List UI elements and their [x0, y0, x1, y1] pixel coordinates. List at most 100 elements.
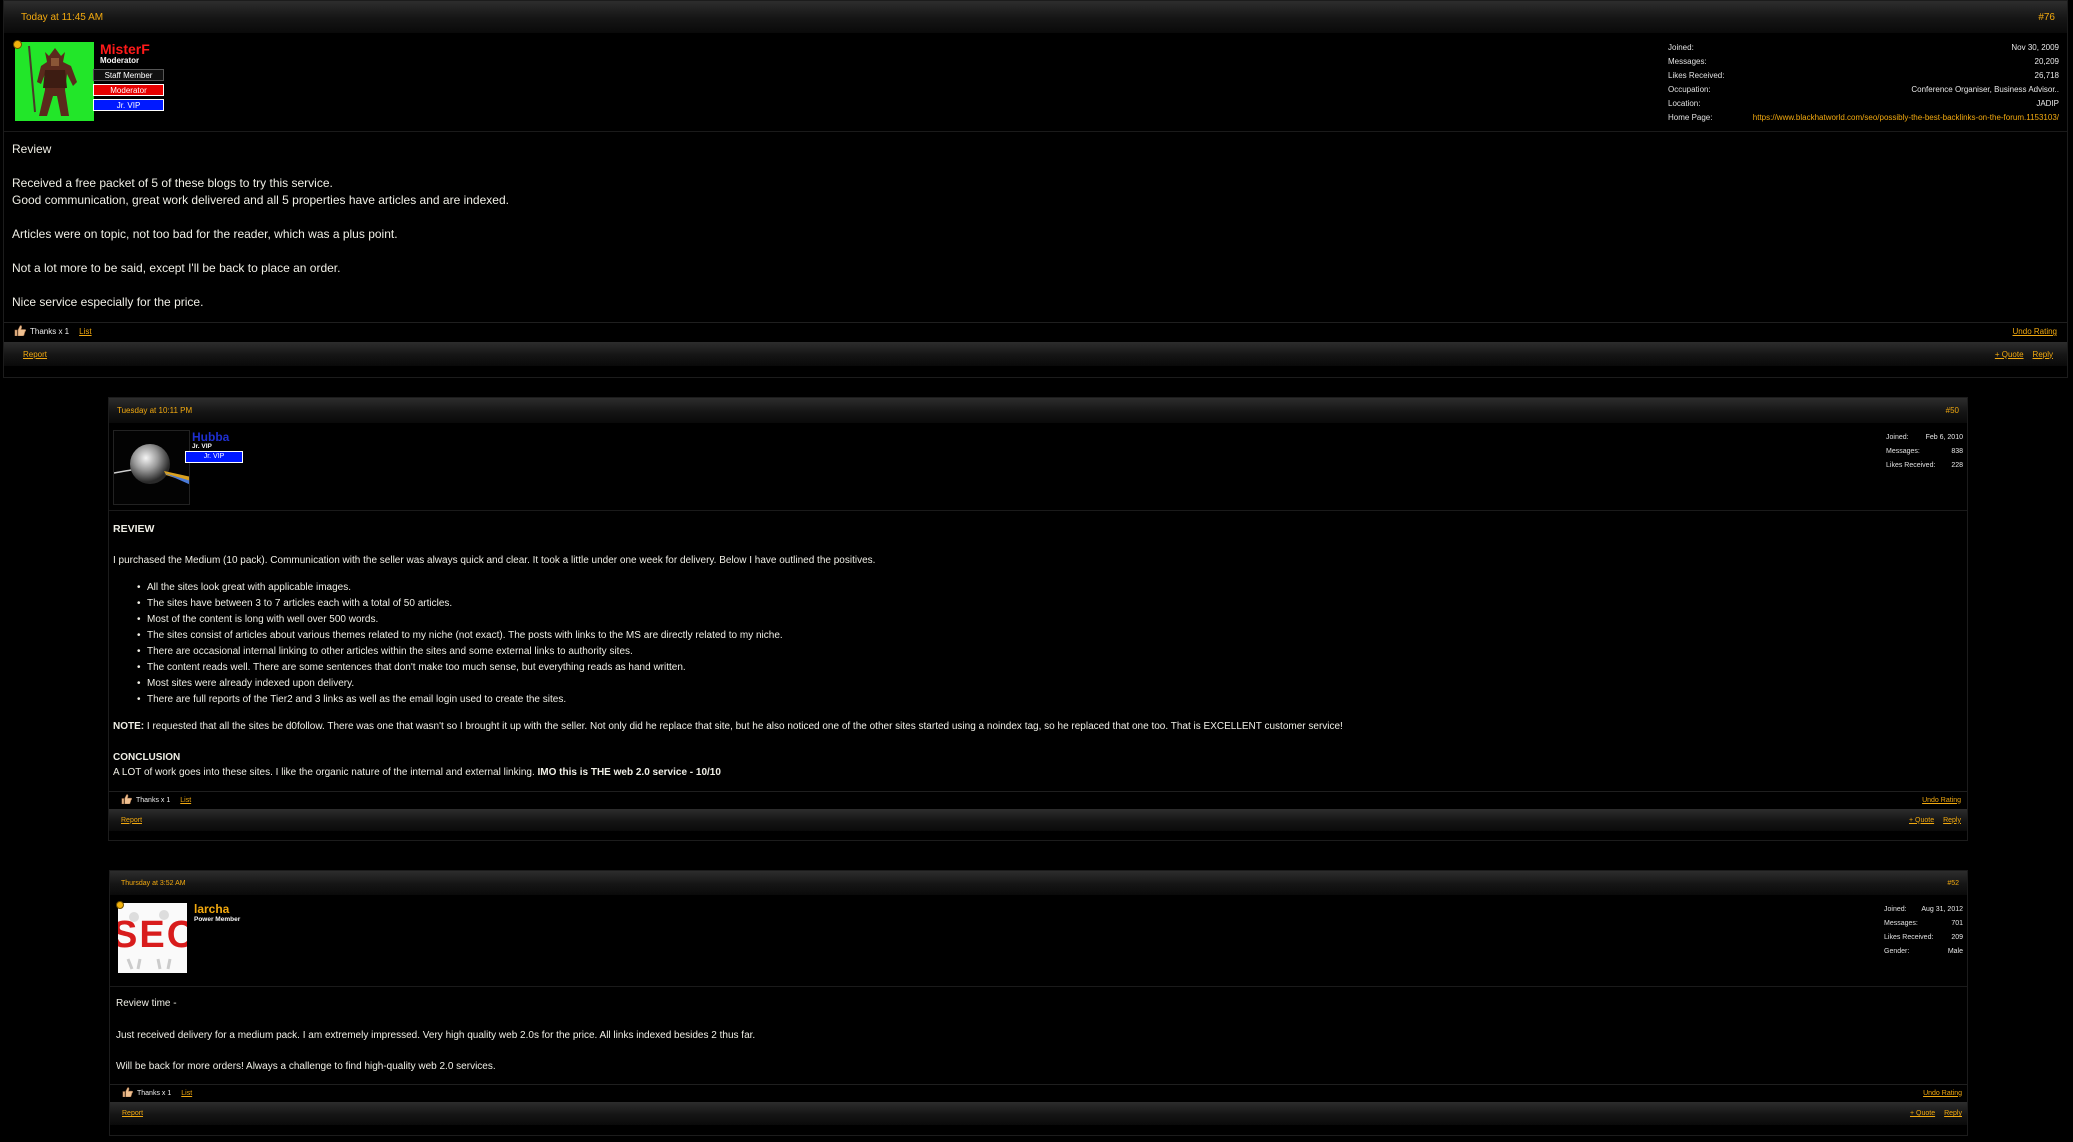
- user-title: Jr. VIP: [192, 443, 212, 450]
- undo-rating-link[interactable]: Undo Rating: [2013, 327, 2057, 336]
- post-number[interactable]: #76: [2038, 12, 2055, 23]
- list-item: The sites have between 3 to 7 articles e…: [137, 596, 1953, 612]
- post-footer-bar: Report + Quote Reply: [4, 342, 2067, 367]
- user-title: Moderator: [100, 56, 140, 65]
- stat-joined-label: Joined:: [1668, 43, 1694, 52]
- report-link[interactable]: Report: [122, 1110, 143, 1117]
- post-footer-bar: Report + Quote Reply: [109, 809, 1967, 832]
- stat-gender-label: Gender:: [1884, 948, 1910, 955]
- seo-avatar-letters: SEO: [118, 914, 187, 956]
- quote-link[interactable]: + Quote: [1909, 817, 1934, 824]
- stat-messages[interactable]: 838: [1951, 448, 1963, 455]
- thumbs-up-icon: [14, 325, 27, 338]
- username[interactable]: MisterF: [100, 41, 150, 57]
- quote-link[interactable]: + Quote: [1910, 1110, 1935, 1117]
- thumbs-up-icon: [122, 1087, 133, 1099]
- stat-likes: 209: [1951, 934, 1963, 941]
- list-item: The content reads well. There are some s…: [137, 660, 1953, 676]
- list-item: Most of the content is long with well ov…: [137, 612, 1953, 628]
- list-item: There are occasional internal linking to…: [137, 644, 1953, 660]
- body-line: Nice service especially for the price.: [12, 295, 204, 309]
- stat-likes-label: Likes Received:: [1668, 71, 1725, 80]
- online-indicator: [13, 40, 22, 49]
- stat-messages-label: Messages:: [1886, 448, 1920, 455]
- stat-joined-label: Joined:: [1886, 434, 1909, 441]
- body-line: Just received delivery for a medium pack…: [116, 1029, 756, 1041]
- conclusion-text: A LOT of work goes into these sites. I l…: [113, 767, 538, 778]
- post-header-bar: Today at 11:45 AM #76: [4, 1, 2067, 34]
- post-52: Thursday at 3:52 AM #52 SEO larcha Power…: [109, 870, 1968, 1136]
- sphere-avatar-image: [114, 431, 189, 504]
- username[interactable]: Hubba: [192, 430, 229, 444]
- post-body: REVIEW I purchased the Medium (10 pack).…: [113, 522, 1953, 780]
- post-date[interactable]: Today at 11:45 AM: [21, 12, 103, 23]
- stat-messages[interactable]: 20,209: [2035, 57, 2059, 66]
- post-footer-bar: Report + Quote Reply: [110, 1102, 1967, 1126]
- user-profile: MisterF Moderator Staff Member Moderator…: [4, 34, 2067, 132]
- stat-occupation: Conference Organiser, Business Advisor..: [1911, 85, 2059, 94]
- note-paragraph: NOTE: I requested that all the sites be …: [113, 719, 1953, 734]
- body-line: Will be back for more orders! Always a c…: [116, 1061, 496, 1072]
- user-title: Power Member: [194, 916, 241, 923]
- stat-messages-label: Messages:: [1884, 920, 1918, 927]
- stat-joined-label: Joined:: [1884, 906, 1907, 913]
- thanks-bar: Thanks x 1 List Undo Rating: [109, 791, 1967, 808]
- post-date[interactable]: Thursday at 3:52 AM: [121, 880, 186, 887]
- stat-location-label: Location:: [1668, 99, 1701, 108]
- undo-rating-link[interactable]: Undo Rating: [1922, 797, 1961, 804]
- warrior-avatar-image: [15, 42, 94, 121]
- conclusion-verdict: IMO this is THE web 2.0 service - 10/10: [537, 767, 721, 778]
- avatar[interactable]: [15, 42, 94, 121]
- stat-likes: 26,718: [2034, 71, 2059, 80]
- conclusion-paragraph: A LOT of work goes into these sites. I l…: [113, 765, 1953, 780]
- stat-messages-label: Messages:: [1668, 57, 1707, 66]
- stat-likes-label: Likes Received:: [1886, 462, 1936, 469]
- thanks-count: Thanks x 1: [136, 796, 171, 804]
- undo-rating-link[interactable]: Undo Rating: [1923, 1090, 1962, 1097]
- list-item: There are full reports of the Tier2 and …: [137, 692, 1953, 708]
- thanks-bar: Thanks x 1 List Undo Rating: [110, 1084, 1967, 1101]
- stat-joined: Feb 6, 2010: [1925, 434, 1963, 441]
- post-body: Review Received a free packet of 5 of th…: [12, 141, 509, 311]
- reply-link[interactable]: Reply: [2033, 350, 2053, 359]
- badge-jr-vip: Jr. VIP: [185, 451, 243, 463]
- stat-joined: Aug 31, 2012: [1921, 906, 1963, 913]
- conclusion-heading: CONCLUSION: [113, 752, 181, 763]
- stat-likes: 228: [1951, 462, 1963, 469]
- badge-moderator: Moderator: [93, 84, 164, 96]
- online-indicator: [116, 901, 124, 909]
- list-item: The sites consist of articles about vari…: [137, 628, 1953, 644]
- seo-avatar-image: SEO: [118, 903, 187, 973]
- badge-jr-vip: Jr. VIP: [93, 99, 164, 111]
- report-link[interactable]: Report: [23, 350, 47, 359]
- user-profile: Hubba Jr. VIP Jr. VIP Joined: Feb 6, 201…: [109, 424, 1967, 511]
- post-header-bar: Tuesday at 10:11 PM #50: [109, 398, 1967, 424]
- stat-location: JADIP: [2036, 99, 2059, 108]
- post-number[interactable]: #52: [1947, 880, 1959, 887]
- avatar[interactable]: SEO: [118, 903, 187, 973]
- username[interactable]: larcha: [194, 902, 229, 916]
- avatar[interactable]: [113, 430, 190, 505]
- stat-homepage-link[interactable]: https://www.blackhatworld.com/seo/possib…: [1753, 113, 2059, 122]
- thumbs-up-icon: [121, 794, 132, 806]
- reply-link[interactable]: Reply: [1943, 817, 1961, 824]
- thanks-list-link[interactable]: List: [79, 327, 91, 336]
- body-line: Articles were on topic, not too bad for …: [12, 227, 398, 241]
- post-date[interactable]: Tuesday at 10:11 PM: [117, 406, 192, 415]
- stat-messages[interactable]: 701: [1951, 920, 1963, 927]
- quote-link[interactable]: + Quote: [1995, 350, 2024, 359]
- reply-link[interactable]: Reply: [1944, 1110, 1962, 1117]
- stat-likes-label: Likes Received:: [1884, 934, 1934, 941]
- report-link[interactable]: Report: [121, 817, 142, 824]
- review-intro: I purchased the Medium (10 pack). Commun…: [113, 555, 876, 566]
- body-line: Review time -: [116, 998, 177, 1009]
- user-profile: SEO larcha Power Member Joined: Aug 31, …: [110, 896, 1967, 987]
- post-number[interactable]: #50: [1946, 406, 1959, 415]
- post-body: Review time - Just received delivery for…: [116, 996, 755, 1075]
- thanks-list-link[interactable]: List: [181, 1090, 192, 1097]
- badge-staff-member: Staff Member: [93, 69, 164, 81]
- stat-homepage-label: Home Page:: [1668, 113, 1713, 122]
- stat-joined: Nov 30, 2009: [2011, 43, 2059, 52]
- thanks-list-link[interactable]: List: [180, 797, 191, 804]
- positives-list: All the sites look great with applicable…: [137, 580, 1953, 708]
